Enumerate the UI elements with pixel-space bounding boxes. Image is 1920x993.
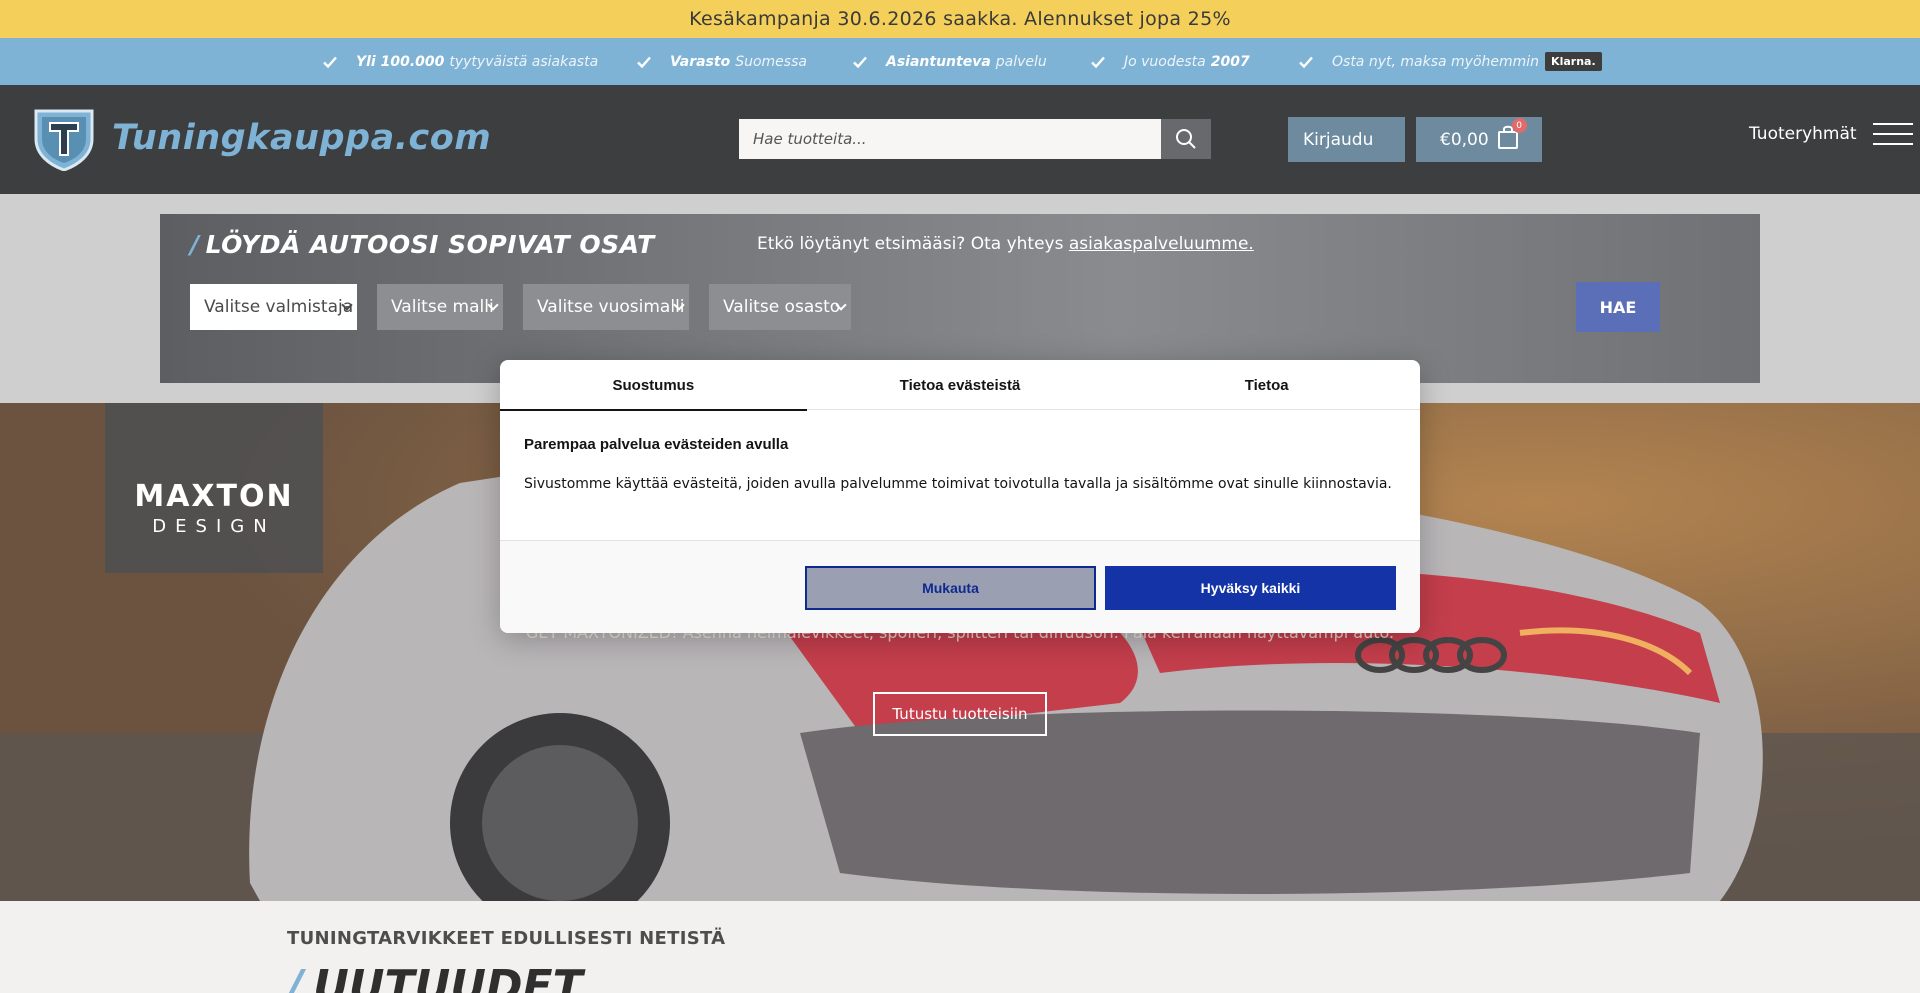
section-kicker: TUNINGTARVIKKEET EDULLISESTI NETISTÄ [287, 928, 726, 949]
maxton-design-logo: MAXTON DESIGN [105, 403, 323, 573]
check-icon [853, 56, 867, 68]
search-placeholder: Hae tuotteita... [753, 130, 867, 148]
check-icon [1091, 56, 1105, 68]
select-manufacturer[interactable]: Valitse valmistaja [190, 284, 357, 330]
site-header: Tuningkauppa.com Hae tuotteita... Kirjau… [0, 85, 1920, 194]
section-title-text: UUTUUDET [313, 961, 583, 993]
categories-menu-button[interactable]: Tuoteryhmät [1749, 123, 1913, 145]
usp-strong: Yli 100.000 [356, 53, 445, 70]
cookie-footer: Mukauta Hyväksy kaikki [500, 540, 1420, 633]
promo-bar: Kesäkampanja 30.6.2026 saakka. Alennukse… [0, 0, 1920, 38]
cookie-body: Sivustomme käyttää evästeitä, joiden avu… [524, 476, 1392, 492]
check-icon [637, 56, 651, 68]
customize-button[interactable]: Mukauta [805, 566, 1096, 610]
logo-shield-icon [34, 109, 94, 171]
usp-item-klarna: Osta nyt, maksa myöhemmin Klarna. [1298, 38, 1602, 85]
usp-bar: Yli 100.000 tyytyväistä asiakasta Varast… [0, 38, 1920, 85]
cookie-tabs: Suostumus Tietoa evästeistä Tietoa [500, 360, 1420, 411]
cart-total: €0,00 [1440, 129, 1489, 150]
usp-light: palvelu [995, 53, 1047, 70]
tab-about[interactable]: Tietoa [1113, 360, 1420, 410]
cookie-consent-dialog: Suostumus Tietoa evästeistä Tietoa Parem… [500, 360, 1420, 633]
accept-all-button[interactable]: Hyväksy kaikki [1105, 566, 1396, 610]
usp-strong: 2007 [1210, 53, 1250, 70]
cart-icon: 0 [1497, 118, 1527, 155]
categories-label: Tuoteryhmät [1749, 124, 1857, 144]
logo-text: Tuningkauppa.com [112, 118, 492, 158]
hero-cta-button[interactable]: Tutustu tuotteisiin [873, 692, 1047, 736]
select-department-label: Valitse osasto [723, 297, 841, 317]
usp-light: Osta nyt, maksa myöhemmin [1332, 53, 1540, 70]
select-department[interactable]: Valitse osasto [709, 284, 851, 330]
section-title: / UUTUUDET [287, 961, 583, 993]
search-input[interactable]: Hae tuotteita... [739, 119, 1161, 159]
finder-help-text: Etkö löytänyt etsimääsi? Ota yhteys [757, 234, 1064, 254]
brand-line2: DESIGN [152, 516, 276, 537]
login-label: Kirjaudu [1303, 129, 1374, 150]
usp-item-service: Asiantunteva palvelu [852, 38, 1047, 85]
promo-text: Kesäkampanja 30.6.2026 saakka. Alennukse… [689, 8, 1231, 30]
usp-light: Jo vuodesta [1124, 53, 1206, 70]
check-icon [1299, 56, 1313, 68]
login-button[interactable]: Kirjaudu [1288, 117, 1405, 162]
menu-icon [1872, 123, 1913, 145]
customer-service-link[interactable]: asiakaspalveluumme. [1069, 234, 1254, 254]
site-logo[interactable]: Tuningkauppa.com [32, 105, 491, 171]
select-year[interactable]: Valitse vuosimalli [523, 284, 689, 330]
usp-strong: Asiantunteva [886, 53, 991, 70]
select-model-label: Valitse malli [391, 297, 494, 317]
usp-item-customers: Yli 100.000 tyytyväistä asiakasta [322, 38, 598, 85]
vehicle-finder: / LÖYDÄ AUTOOSI SOPIVAT OSAT Etkö löytäny… [160, 214, 1760, 383]
klarna-badge: Klarna. [1545, 52, 1602, 71]
check-icon [323, 56, 337, 68]
cart-count-badge: 0 [1511, 118, 1527, 133]
tab-cookie-info[interactable]: Tietoa evästeistä [807, 360, 1114, 410]
select-manufacturer-label: Valitse valmistaja [204, 297, 354, 317]
usp-item-since: Jo vuodesta 2007 [1090, 38, 1255, 85]
tab-consent[interactable]: Suostumus [500, 360, 807, 411]
finder-title-text: LÖYDÄ AUTOOSI SOPIVAT OSAT [205, 230, 655, 259]
select-year-label: Valitse vuosimalli [537, 297, 685, 317]
finder-search-button[interactable]: HAE [1576, 282, 1660, 332]
finder-help: Etkö löytänyt etsimääsi? Ota yhteys asia… [757, 234, 1254, 254]
lower-section: TUNINGTARVIKKEET EDULLISESTI NETISTÄ / UU… [0, 901, 1920, 993]
finder-title: / LÖYDÄ AUTOOSI SOPIVAT OSAT [190, 230, 655, 259]
usp-light: tyytyväistä asiakasta [449, 53, 599, 70]
usp-item-warehouse: Varasto Suomessa [636, 38, 807, 85]
cart-button[interactable]: €0,00 0 [1416, 117, 1542, 162]
select-model[interactable]: Valitse malli [377, 284, 503, 330]
brand-line1: MAXTON [134, 479, 294, 514]
search-icon [1176, 129, 1196, 149]
search-button[interactable] [1161, 119, 1211, 159]
cookie-heading: Parempaa palvelua evästeiden avulla [524, 436, 789, 453]
usp-strong: Varasto [670, 53, 731, 70]
usp-light: Suomessa [735, 53, 807, 70]
